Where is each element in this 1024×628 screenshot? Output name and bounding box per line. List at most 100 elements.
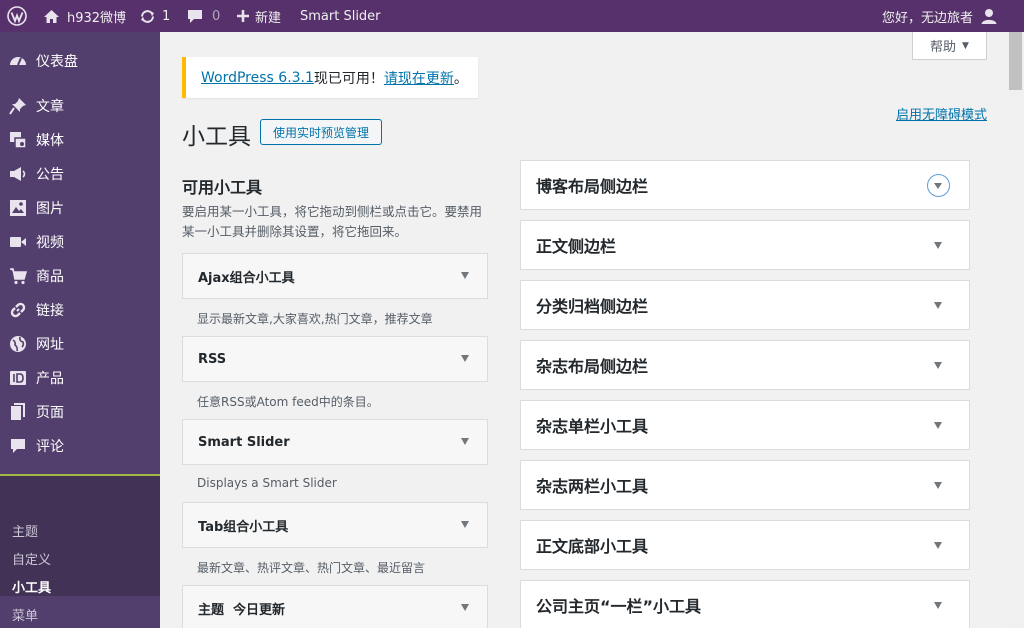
- home-site-link[interactable]: h932微博: [43, 0, 126, 32]
- update-now-link[interactable]: 请现在更新: [384, 68, 454, 88]
- updates-link[interactable]: 1: [139, 0, 170, 32]
- widget-item[interactable]: Smart Slider: [182, 419, 488, 465]
- sidebar-area-title: 正文底部小工具: [536, 537, 649, 556]
- sidebar-area-title: 博客布局侧边栏: [536, 177, 649, 196]
- product-icon: [8, 368, 28, 388]
- widget-expand-icon[interactable]: [461, 355, 469, 362]
- menu-item-links[interactable]: 链接: [0, 293, 160, 327]
- collapse-toggle-icon[interactable]: [927, 174, 950, 197]
- menu-label: 公告: [36, 167, 64, 183]
- sidebar-area-title: 公司主页“一栏”小工具: [536, 597, 702, 616]
- smart-slider-link[interactable]: Smart Slider: [300, 0, 381, 32]
- submenu-customize[interactable]: 自定义: [12, 549, 51, 568]
- user-avatar-icon: [981, 8, 997, 24]
- expand-toggle-icon[interactable]: [934, 602, 942, 609]
- menu-item-dashboard[interactable]: 仪表盘: [0, 44, 160, 78]
- help-button[interactable]: 帮助 ▼: [912, 32, 987, 60]
- sidebar-area[interactable]: 正文底部小工具: [520, 520, 970, 570]
- menu-item-pages[interactable]: 页面: [0, 395, 160, 429]
- page-title: 小工具: [182, 124, 251, 150]
- submenu-themes[interactable]: 主题: [12, 521, 38, 540]
- menu-label: 产品: [36, 371, 64, 387]
- expand-toggle-icon[interactable]: [934, 422, 942, 429]
- sidebar-area[interactable]: 正文侧边栏: [520, 220, 970, 270]
- home-icon: [43, 9, 60, 24]
- widget-title: Tab组合小工具: [198, 519, 289, 535]
- menu-item-media[interactable]: 媒体: [0, 123, 160, 157]
- menu-item-comments[interactable]: 评论: [0, 429, 160, 463]
- sidebar-area[interactable]: 杂志单栏小工具: [520, 400, 970, 450]
- expand-toggle-icon[interactable]: [934, 362, 942, 369]
- wordpress-logo-icon[interactable]: [7, 0, 27, 32]
- menu-label: 文章: [36, 99, 64, 115]
- widget-expand-icon[interactable]: [461, 438, 469, 445]
- new-label: 新建: [255, 10, 282, 26]
- menu-item-videos[interactable]: 视频: [0, 225, 160, 259]
- dashboard-icon: [8, 51, 28, 71]
- menu-label: 页面: [36, 405, 64, 421]
- widget-expand-icon[interactable]: [461, 521, 469, 528]
- update-notice: WordPress 6.3.1 现已可用！ 请现在更新 。: [182, 57, 478, 98]
- expand-toggle-icon[interactable]: [934, 242, 942, 249]
- menu-item-notices[interactable]: 公告: [0, 157, 160, 191]
- available-widgets-description: 要启用某一小工具，将它拖动到侧栏或点击它。要禁用某一小工具并删除其设置，将它拖回…: [182, 204, 483, 239]
- widget-title: RSS: [198, 351, 227, 367]
- widget-title: Smart Slider: [198, 434, 290, 450]
- menu-label: 网址: [36, 337, 64, 353]
- smart-slider-label: Smart Slider: [300, 8, 381, 24]
- page-scrollbar[interactable]: [1007, 32, 1024, 628]
- widget-item[interactable]: RSS: [182, 336, 488, 382]
- menu-label: 评论: [36, 439, 64, 455]
- megaphone-icon: [8, 164, 28, 184]
- greeting-text: 您好，无边旅者: [882, 10, 974, 26]
- sidebar-area-title: 杂志单栏小工具: [536, 417, 649, 436]
- available-widgets-title: 可用小工具: [182, 178, 263, 197]
- pages-icon: [8, 402, 28, 422]
- link-icon: [8, 300, 28, 320]
- widget-title: 主题 今日更新: [198, 602, 286, 618]
- submenu-widgets[interactable]: 小工具: [12, 577, 51, 596]
- widget-item[interactable]: 主题 今日更新: [182, 585, 488, 628]
- scrollbar-thumb[interactable]: [1009, 32, 1022, 90]
- menu-label: 链接: [36, 303, 64, 319]
- widget-expand-icon[interactable]: [461, 604, 469, 611]
- menu-item-products-shop[interactable]: 商品: [0, 259, 160, 293]
- pin-icon: [8, 96, 28, 116]
- site-name: h932微博: [67, 10, 127, 26]
- live-preview-button[interactable]: 使用实时预览管理: [260, 119, 382, 145]
- comments-link[interactable]: 0: [187, 0, 220, 32]
- notice-text: 现已可用！: [313, 70, 384, 87]
- help-label: 帮助: [930, 40, 957, 55]
- image-icon: [8, 198, 28, 218]
- widget-description: 最新文章、热评文章、热门文章、最近留言: [197, 561, 426, 575]
- expand-toggle-icon[interactable]: [934, 542, 942, 549]
- globe-icon: [8, 334, 28, 354]
- menu-item-products[interactable]: 产品: [0, 361, 160, 395]
- menu-item-posts[interactable]: 文章: [0, 89, 160, 123]
- widget-expand-icon[interactable]: [461, 272, 469, 279]
- menu-label: 仪表盘: [36, 54, 78, 70]
- expand-toggle-icon[interactable]: [934, 482, 942, 489]
- new-content-link[interactable]: 新建: [236, 0, 281, 32]
- sidebar-area-blog[interactable]: 博客布局侧边栏: [520, 160, 970, 210]
- account-menu[interactable]: 您好，无边旅者: [882, 0, 997, 32]
- admin-bar: h932微博 1 0 新建 Smart Slider 您好，无边旅者: [0, 0, 1024, 32]
- enable-accessibility-link[interactable]: 启用无障碍模式: [896, 104, 987, 123]
- menu-label: 商品: [36, 269, 64, 285]
- sidebar-area[interactable]: 杂志两栏小工具: [520, 460, 970, 510]
- menu-item-images[interactable]: 图片: [0, 191, 160, 225]
- widget-description: 任意RSS或Atom feed中的条目。: [197, 395, 379, 409]
- widget-item[interactable]: Ajax组合小工具: [182, 253, 488, 299]
- sidebar-area[interactable]: 公司主页“一栏”小工具: [520, 580, 970, 628]
- video-icon: [8, 232, 28, 252]
- sidebar-area-title: 正文侧边栏: [536, 237, 617, 256]
- submenu-menus[interactable]: 菜单: [12, 605, 38, 624]
- wordpress-version-link[interactable]: WordPress 6.3.1: [201, 70, 314, 86]
- caret-down-icon: ▼: [962, 40, 969, 51]
- expand-toggle-icon[interactable]: [934, 302, 942, 309]
- widget-item[interactable]: Tab组合小工具: [182, 502, 488, 548]
- updates-count: 1: [162, 8, 171, 24]
- sidebar-area[interactable]: 杂志布局侧边栏: [520, 340, 970, 390]
- menu-item-urls[interactable]: 网址: [0, 327, 160, 361]
- sidebar-area[interactable]: 分类归档侧边栏: [520, 280, 970, 330]
